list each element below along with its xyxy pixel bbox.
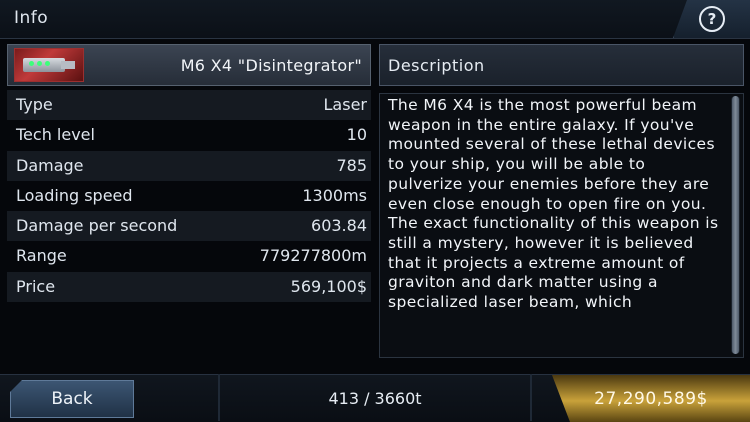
description-header: Description xyxy=(379,44,744,86)
description-panel: Description The M6 X4 is the most powerf… xyxy=(379,44,744,360)
stat-row-dps: Damage per second 603.84 xyxy=(7,211,371,242)
stats-list: Type Laser Tech level 10 Damage 785 Load… xyxy=(7,90,371,303)
page-title: Info xyxy=(14,8,49,28)
description-scroll-area[interactable]: The M6 X4 is the most powerful beam weap… xyxy=(379,93,744,358)
stat-label: Tech level xyxy=(16,125,95,145)
help-button[interactable]: ? xyxy=(673,0,750,38)
stat-row-range: Range 779277800m xyxy=(7,241,371,271)
stat-label: Price xyxy=(16,276,56,296)
bottom-bar: Back 413 / 3660t 27,290,589$ xyxy=(0,374,750,422)
stat-value: 569,100$ xyxy=(290,276,367,296)
stat-value: 1300ms xyxy=(302,185,367,205)
stat-row-price: Price 569,100$ xyxy=(7,271,371,303)
stat-row-tech-level: Tech level 10 xyxy=(7,120,371,150)
laser-cannon-icon xyxy=(14,48,84,82)
stat-value: 10 xyxy=(346,125,367,145)
back-button[interactable]: Back xyxy=(10,380,134,418)
stat-label: Loading speed xyxy=(16,185,133,205)
stat-value: Laser xyxy=(323,95,367,114)
stat-value: 779277800m xyxy=(259,246,367,266)
money-display: 27,290,589$ xyxy=(552,375,750,422)
stat-value: 603.84 xyxy=(311,216,367,236)
stat-row-loading-speed: Loading speed 1300ms xyxy=(7,181,371,211)
stat-label: Damage xyxy=(16,155,84,175)
question-icon: ? xyxy=(699,6,725,32)
divider xyxy=(218,374,220,421)
stat-label: Damage per second xyxy=(16,216,178,236)
weapon-stats-panel: M6 X4 "Disintegrator" Type Laser Tech le… xyxy=(7,44,371,360)
scrollbar-thumb[interactable] xyxy=(732,96,739,354)
stat-value: 785 xyxy=(336,155,367,175)
stat-row-damage: Damage 785 xyxy=(7,150,371,181)
weapon-name: M6 X4 "Disintegrator" xyxy=(180,56,362,75)
cargo-capacity: 413 / 3660t xyxy=(328,389,422,408)
top-bar: Info ? xyxy=(0,0,750,39)
weapon-header: M6 X4 "Disintegrator" xyxy=(7,44,371,86)
stat-label: Type xyxy=(16,95,53,114)
divider xyxy=(530,374,532,421)
stat-label: Range xyxy=(16,246,67,266)
description-title: Description xyxy=(388,56,485,75)
stat-row-type: Type Laser xyxy=(7,90,371,121)
description-scrollbar[interactable] xyxy=(731,96,740,354)
description-text: The M6 X4 is the most powerful beam weap… xyxy=(388,96,719,312)
